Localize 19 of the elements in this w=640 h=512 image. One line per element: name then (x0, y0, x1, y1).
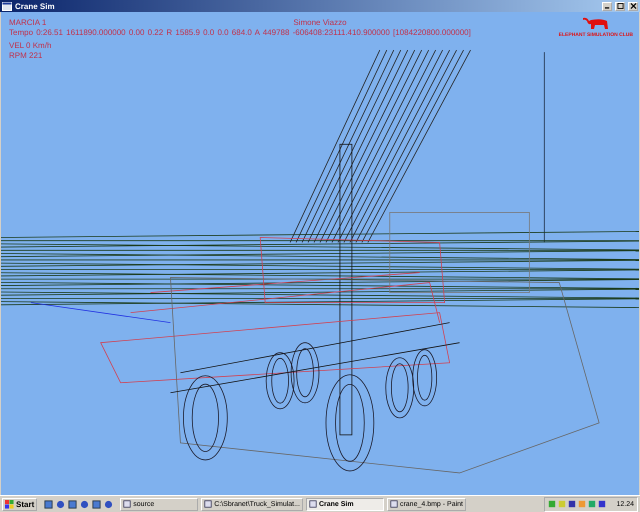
maximize-button[interactable] (615, 2, 625, 10)
window-icon (308, 500, 317, 508)
speed-readout: VEL 0 Km/h (9, 41, 52, 51)
window-icon (123, 500, 132, 508)
minimize-button[interactable] (602, 2, 612, 10)
telemetry-readout: Tempo 0:26.51 1611890.000000 0.00 0.22 R 1585.9 0.0 0.0 684.0 A 449788 -606408:23111.410.900000 [1084220800.000000] (9, 28, 472, 38)
window-icon (390, 500, 398, 508)
gear-readout: MARCIA 1 (9, 18, 46, 28)
maximize-icon (616, 3, 624, 9)
rpm-readout: RPM 221 (9, 51, 44, 61)
window-icon (204, 500, 212, 508)
windows-flag-icon (5, 500, 14, 508)
close-button[interactable] (628, 2, 638, 10)
window-icon (2, 2, 12, 10)
driver-name: Simone Viazzo (293, 18, 347, 28)
elephant-logo-icon (580, 16, 611, 32)
close-icon (630, 3, 636, 9)
window-title: Crane Sim (15, 2, 55, 10)
start-button[interactable]: Start (2, 498, 38, 510)
